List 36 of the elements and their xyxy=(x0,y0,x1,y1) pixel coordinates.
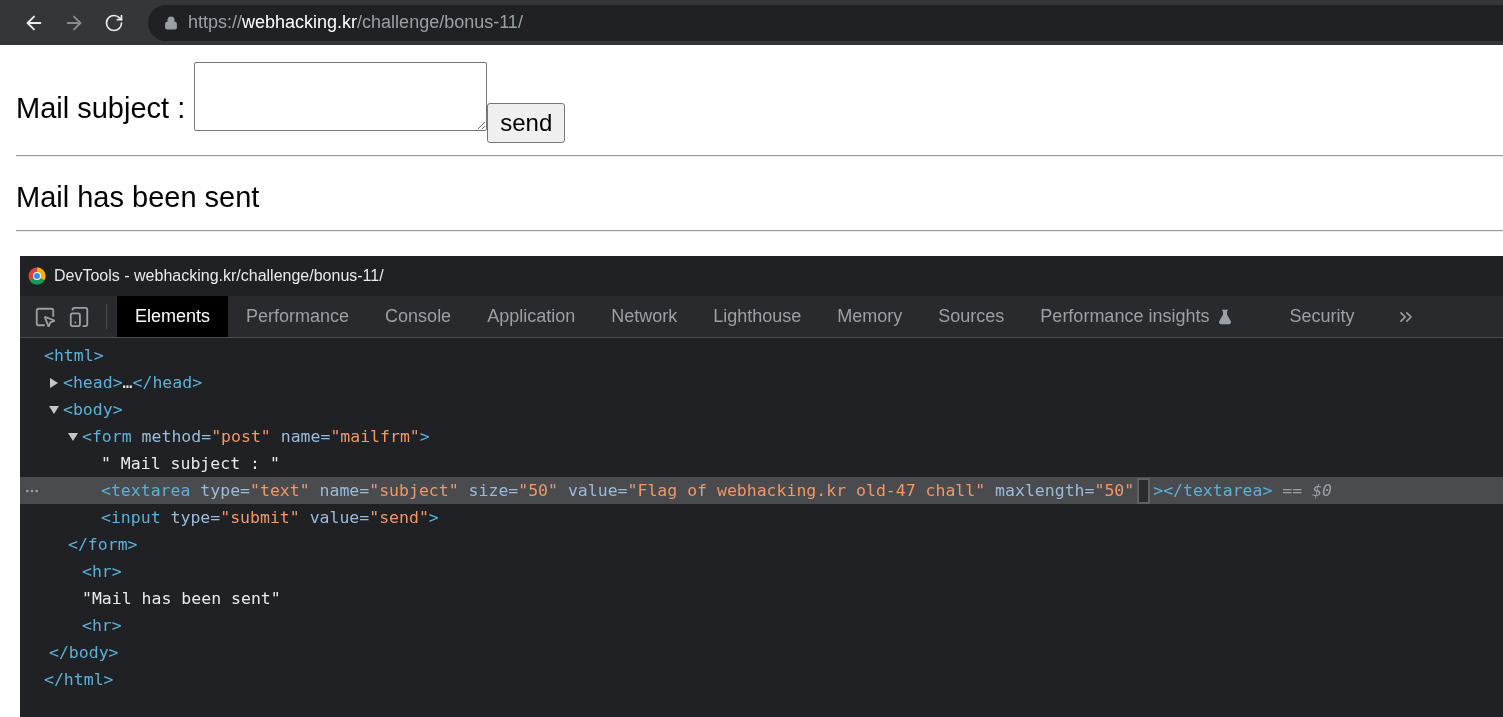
address-bar[interactable]: https://webhacking.kr/challenge/bonus-11/ xyxy=(148,4,1503,41)
devtools-tab[interactable]: Performance xyxy=(228,296,368,337)
code-line: <textarea type="text" name="subject" size="50" value="Flag of webhacking.kr old-47 chall" maxlength="50" ></textarea> == $0 xyxy=(101,477,1333,504)
reload-icon[interactable] xyxy=(104,12,124,33)
devtools-tab[interactable]: Network xyxy=(593,296,696,337)
code-line: </body> xyxy=(49,643,119,662)
devtools-tab[interactable]: Lighthouse xyxy=(695,296,820,337)
lock-icon xyxy=(164,15,178,30)
expanded-triangle-icon[interactable] xyxy=(68,431,78,442)
code-line: <form method="post" name="mailfrm"> xyxy=(82,427,430,446)
devtools-tab[interactable]: Sources xyxy=(920,296,1023,337)
code-line: "Mail has been sent" xyxy=(82,589,281,608)
code-line: </html> xyxy=(44,670,114,689)
status-message: Mail has been sent xyxy=(16,180,261,215)
subject-field[interactable] xyxy=(194,62,488,131)
code-line: <body> xyxy=(63,400,123,419)
code-line: " Mail subject : " xyxy=(101,454,280,473)
code-line: <head>…</head> xyxy=(63,373,203,392)
code-line: <html> xyxy=(44,346,104,365)
devtools-tab[interactable]: Application xyxy=(469,296,594,337)
code-line: </form> xyxy=(68,535,138,554)
devtools-tab[interactable]: Memory xyxy=(819,296,921,337)
code-line: <hr> xyxy=(82,616,122,635)
field-label: Mail subject : xyxy=(16,92,186,125)
devtools-tab[interactable]: Elements xyxy=(117,296,229,337)
browser-logo-icon xyxy=(28,267,46,285)
devtools-tab[interactable]: Console xyxy=(367,296,470,337)
window-title: DevTools - webhacking.kr/challenge/bonus-11/ xyxy=(54,267,384,285)
code-line: <input type="submit" value="send"> xyxy=(101,508,439,527)
devtools-tab[interactable]: Security xyxy=(1271,296,1373,337)
expanded-triangle-icon[interactable] xyxy=(49,404,59,415)
collapsed-triangle-icon[interactable] xyxy=(49,377,59,388)
selected-row[interactable]: <textarea type="text" name="subject" size="50" value="Flag of webhacking.kr old-47 chall" maxlength="50" ></textarea> == $0 xyxy=(20,477,1503,504)
code-line: <hr> xyxy=(82,562,122,581)
send-button[interactable]: send xyxy=(487,103,566,143)
devtools-tab[interactable]: Performance insights xyxy=(1022,296,1252,337)
